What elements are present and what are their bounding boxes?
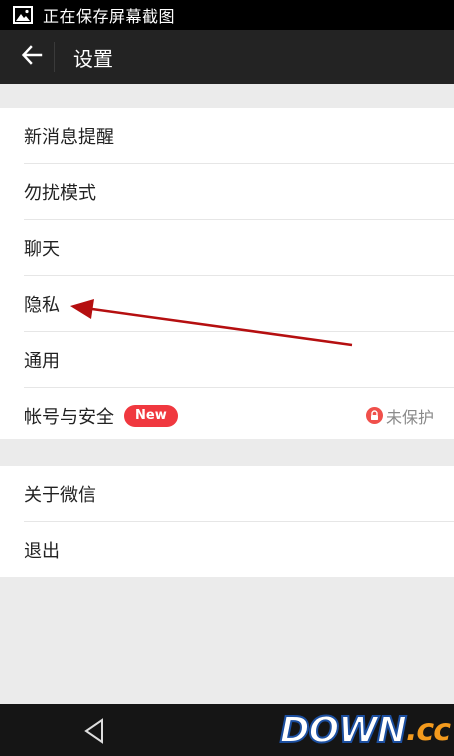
status-bar: 正在保存屏幕截图: [0, 0, 454, 30]
settings-item-label: 隐私: [24, 294, 60, 316]
settings-item-account-security[interactable]: 帐号与安全 New 未保护: [24, 388, 454, 443]
watermark-main: DOWN: [279, 709, 408, 752]
settings-item-label: 关于微信: [24, 484, 96, 506]
settings-item-new-message[interactable]: 新消息提醒: [24, 108, 454, 164]
settings-item-label: 新消息提醒: [24, 126, 114, 148]
account-protection-status: 未保护: [365, 388, 434, 443]
title-bar: 设置: [0, 30, 454, 84]
page-title: 设置: [73, 46, 113, 71]
arrow-left-icon: [21, 44, 43, 70]
settings-item-general[interactable]: 通用: [24, 332, 454, 388]
settings-item-label: 聊天: [24, 238, 60, 260]
watermark-logo: DOWN .cc: [279, 706, 451, 754]
settings-item-label: 勿扰模式: [24, 182, 96, 204]
settings-item-logout[interactable]: 退出: [24, 522, 454, 577]
status-text: 正在保存屏幕截图: [43, 7, 176, 26]
settings-item-label: 退出: [24, 540, 60, 562]
settings-item-label: 帐号与安全: [24, 406, 114, 428]
watermark-suffix: .cc: [406, 712, 451, 748]
back-button[interactable]: [10, 30, 54, 84]
settings-item-privacy[interactable]: 隐私: [24, 276, 454, 332]
new-badge: New: [124, 404, 178, 427]
settings-group-main: 新消息提醒 勿扰模式 聊天 隐私 通用 帐号与安全 New 未保护: [0, 108, 454, 439]
settings-item-about[interactable]: 关于微信: [24, 466, 454, 522]
nav-back-icon[interactable]: [80, 716, 110, 746]
settings-item-chat[interactable]: 聊天: [24, 220, 454, 276]
settings-item-label: 通用: [24, 350, 60, 372]
settings-group-secondary: 关于微信 退出: [0, 466, 454, 577]
title-divider: [54, 42, 55, 72]
image-icon: [13, 4, 35, 26]
settings-item-do-not-disturb[interactable]: 勿扰模式: [24, 164, 454, 220]
lock-icon: [365, 407, 383, 424]
status-label: 未保护: [385, 407, 434, 427]
